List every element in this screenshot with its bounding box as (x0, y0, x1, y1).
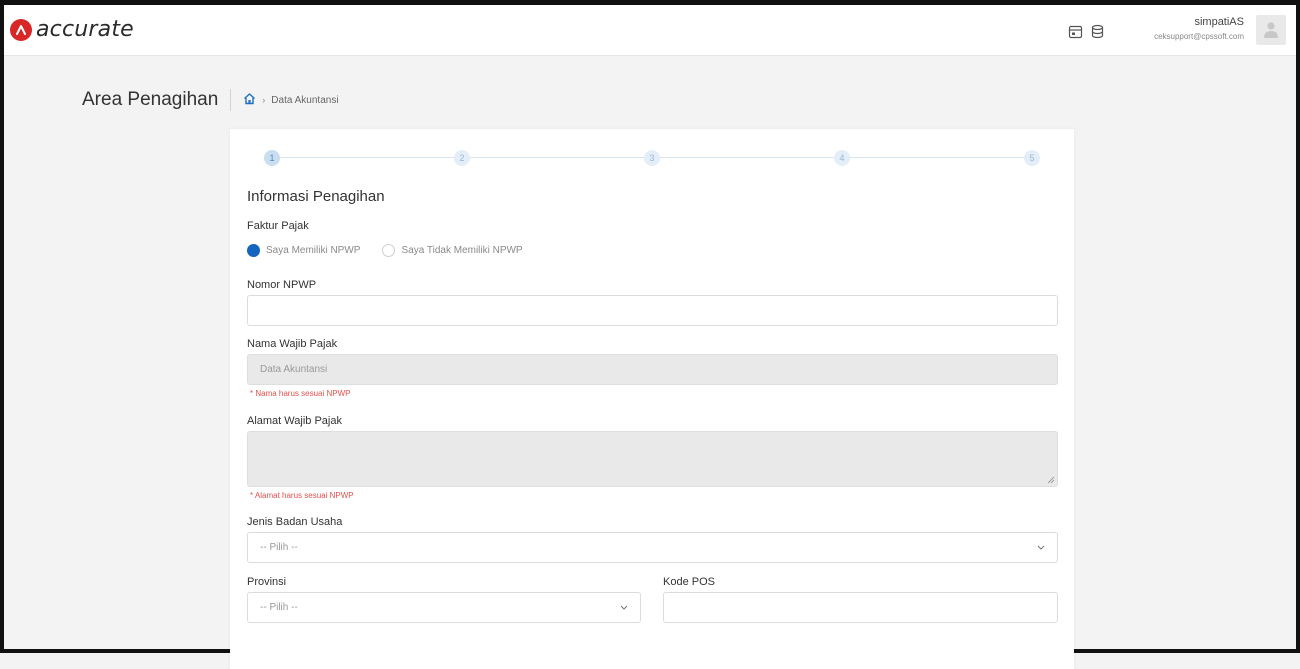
alamat-wajib-pajak-textarea[interactable] (247, 431, 1058, 487)
chevron-right-icon: › (262, 95, 266, 105)
nomor-npwp-input[interactable] (247, 295, 1058, 326)
nama-wajib-pajak-label: Nama Wajib Pajak (247, 338, 338, 350)
top-bar: accurate simpatiAS ceksupport@cpssoft.co… (4, 5, 1296, 56)
app-logo[interactable]: accurate (10, 17, 134, 42)
radio-has-npwp[interactable]: Saya Memiliki NPWP (247, 244, 360, 257)
radio-no-npwp[interactable]: Saya Tidak Memiliki NPWP (382, 244, 523, 257)
user-info[interactable]: simpatiAS ceksupport@cpssoft.com (1154, 16, 1244, 41)
calendar-icon[interactable] (1066, 22, 1084, 40)
resize-handle-icon[interactable] (1047, 476, 1055, 484)
provinsi-select[interactable]: -- Pilih -- (247, 592, 641, 623)
page-header: Area Penagihan › Data Akuntansi (82, 89, 339, 111)
stepper: 1 2 3 4 5 (264, 150, 1040, 166)
jenis-badan-usaha-select[interactable]: -- Pilih -- (247, 532, 1058, 563)
step-3: 3 (644, 150, 660, 166)
kode-pos-label: Kode POS (663, 576, 715, 588)
header-divider (230, 89, 232, 111)
logo-text: accurate (36, 17, 134, 42)
radio-label: Saya Memiliki NPWP (266, 245, 361, 256)
select-value: -- Pilih -- (260, 602, 298, 613)
step-4: 4 (834, 150, 850, 166)
database-icon[interactable] (1088, 22, 1106, 40)
breadcrumb: › Data Akuntansi (243, 92, 339, 108)
user-name: simpatiAS (1194, 16, 1244, 28)
nomor-npwp-label: Nomor NPWP (247, 279, 317, 291)
page-title: Area Penagihan (82, 89, 219, 110)
radio-label: Saya Tidak Memiliki NPWP (401, 245, 523, 256)
chevron-down-icon (620, 605, 628, 610)
radio-checked-icon (247, 244, 260, 257)
section-title: Informasi Penagihan (247, 188, 385, 205)
step-2: 2 (454, 150, 470, 166)
home-icon[interactable] (243, 92, 256, 108)
alamat-wajib-pajak-label: Alamat Wajib Pajak (247, 415, 342, 427)
kode-pos-input[interactable] (663, 592, 1058, 623)
avatar[interactable] (1256, 15, 1286, 45)
user-email: ceksupport@cpssoft.com (1154, 32, 1244, 41)
alamat-hint: * Alamat harus sesuai NPWP (250, 491, 354, 500)
radio-unchecked-icon (382, 244, 396, 257)
select-value: -- Pilih -- (260, 542, 298, 553)
billing-form-card: 1 2 3 4 5 Informasi Penagihan Faktur Paj… (230, 129, 1074, 669)
step-1: 1 (264, 150, 280, 166)
faktur-pajak-label: Faktur Pajak (247, 220, 309, 232)
step-5: 5 (1024, 150, 1040, 166)
faktur-pajak-radio-group: Saya Memiliki NPWP Saya Tidak Memiliki N… (247, 244, 545, 257)
accurate-logo-icon (10, 18, 32, 41)
nama-wajib-pajak-input[interactable]: Data Akuntansi (247, 354, 1058, 385)
chevron-down-icon (1037, 545, 1045, 550)
breadcrumb-item[interactable]: Data Akuntansi (271, 95, 338, 106)
nama-hint: * Nama harus sesuai NPWP (250, 389, 351, 398)
provinsi-label: Provinsi (247, 576, 287, 588)
jenis-badan-usaha-label: Jenis Badan Usaha (247, 516, 343, 528)
